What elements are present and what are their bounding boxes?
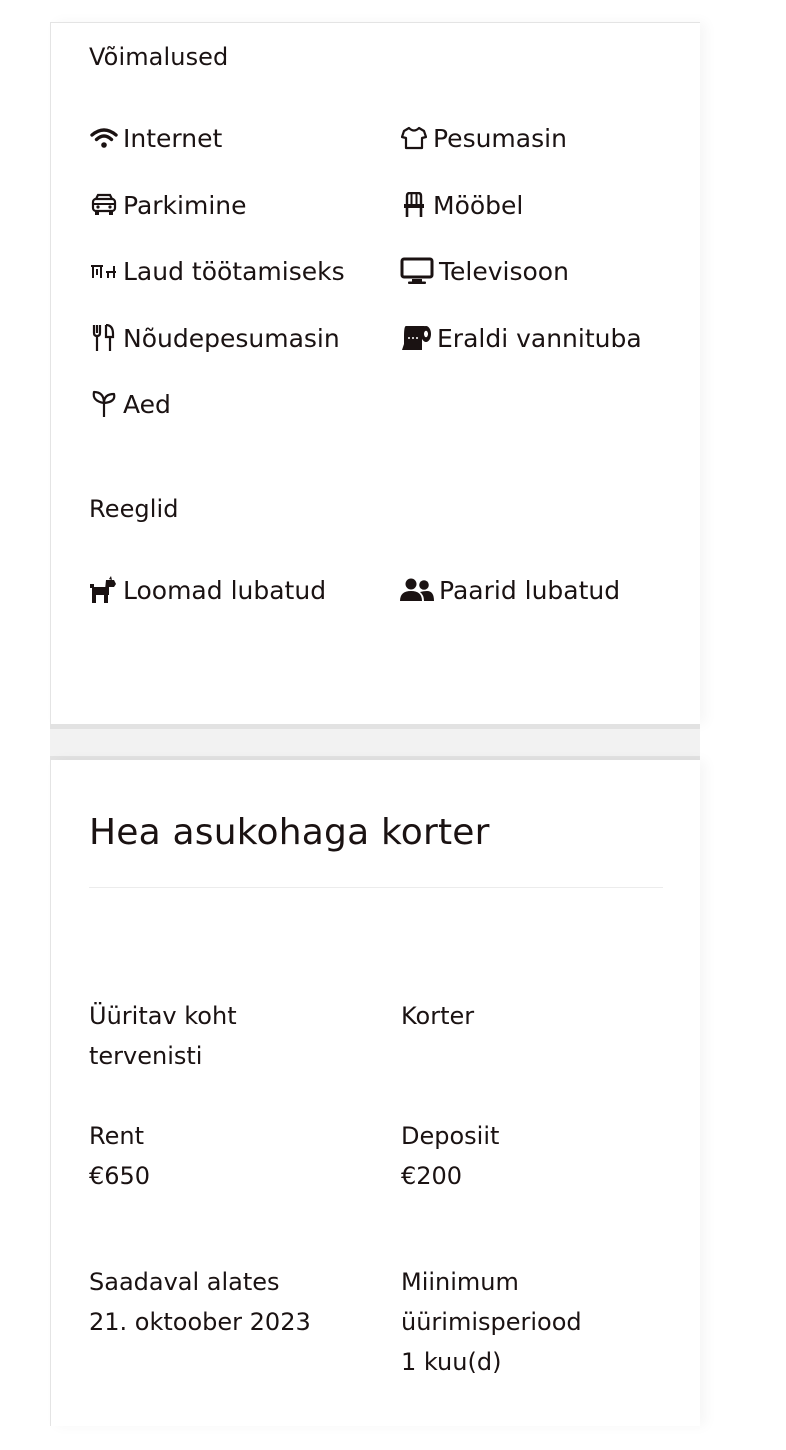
amenity-tv: Televisoon xyxy=(399,254,569,288)
listing-title: Hea asukohaga korter xyxy=(89,812,490,853)
amenity-label: Internet xyxy=(123,123,223,153)
amenity-label: Laud töötamiseks xyxy=(123,256,345,286)
rental-type-value: Korter xyxy=(401,1002,475,1030)
sprout-icon xyxy=(89,389,119,419)
amenity-label: Televisoon xyxy=(439,256,569,286)
utensils-icon xyxy=(89,323,119,353)
amenity-washing-machine: Pesumasin xyxy=(399,121,567,155)
rules-title: Reeglid xyxy=(89,495,179,523)
minimum-period-label: Miinimum üürimisperiood xyxy=(401,1268,582,1336)
toilet-paper-icon xyxy=(399,323,433,353)
users-icon xyxy=(399,575,435,605)
amenity-label: Nõudepesumasin xyxy=(123,323,340,353)
amenity-internet: Internet xyxy=(89,121,222,155)
desk-icon xyxy=(89,256,119,286)
title-separator xyxy=(89,887,663,888)
amenity-dishwasher: Nõudepesumasin xyxy=(89,321,340,355)
dog-icon xyxy=(89,575,119,605)
rent-value: €650 xyxy=(89,1162,151,1190)
amenity-desk: Laud töötamiseks xyxy=(89,254,345,288)
car-icon xyxy=(89,190,119,220)
rule-couples-allowed: Paarid lubatud xyxy=(399,573,620,607)
amenity-private-bathroom: Eraldi vannituba xyxy=(399,321,642,355)
deposit-label: Deposiit xyxy=(401,1122,500,1150)
tv-icon xyxy=(399,256,435,286)
rent-label: Rent xyxy=(89,1122,144,1150)
amenity-label: Pesumasin xyxy=(433,123,567,153)
minimum-period-value: 1 kuu(d) xyxy=(401,1348,502,1376)
amenity-label: Parkimine xyxy=(123,190,247,220)
rule-label: Paarid lubatud xyxy=(439,575,621,605)
listing-details-card: Hea asukohaga korter Üüritav koht terven… xyxy=(50,760,700,1426)
amenity-label: Mööbel xyxy=(433,190,524,220)
rule-label: Loomad lubatud xyxy=(123,575,327,605)
amenity-garden: Aed xyxy=(89,387,171,421)
section-divider xyxy=(50,724,700,761)
amenity-label: Eraldi vannituba xyxy=(437,323,642,353)
wifi-icon xyxy=(89,123,119,153)
amenity-parking: Parkimine xyxy=(89,188,247,222)
rule-pets-allowed: Loomad lubatud xyxy=(89,573,326,607)
chair-icon xyxy=(399,190,429,220)
amenity-furniture: Mööbel xyxy=(399,188,523,222)
features-card: Võimalused Internet Pesumasin Parkimine … xyxy=(50,22,700,724)
available-from-value: 21. oktoober 2023 xyxy=(89,1308,311,1336)
available-from-label: Saadaval alates xyxy=(89,1268,280,1296)
amenity-label: Aed xyxy=(123,389,171,419)
deposit-value: €200 xyxy=(401,1162,463,1190)
rental-type-label: Üüritav koht tervenisti xyxy=(89,1002,237,1070)
shirt-icon xyxy=(399,123,429,153)
amenities-title: Võimalused xyxy=(89,43,229,71)
